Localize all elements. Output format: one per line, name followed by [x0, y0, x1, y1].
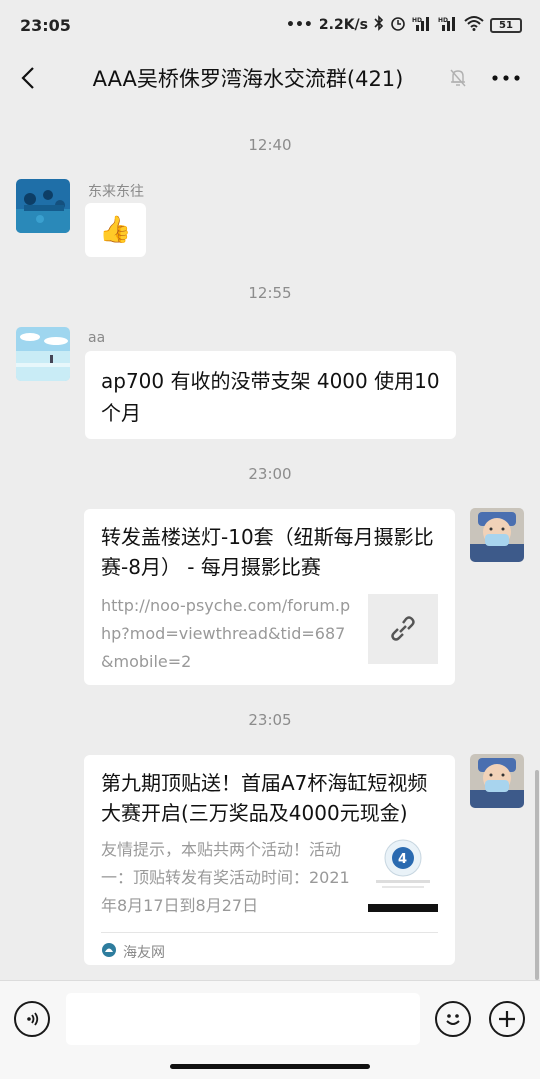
mute-bell-icon: [444, 68, 472, 88]
timestamp: 23:05: [248, 711, 292, 729]
thumbs-up-emoji: 👍: [99, 215, 132, 245]
chat-title: AAA吴桥侏罗湾海水交流群(421): [92, 67, 404, 91]
signal-hd-icon-2: HD: [438, 15, 458, 35]
message-bubble[interactable]: ap700 有收的没带支架 4000 使用10 个月: [85, 351, 456, 439]
more-dots-indicator: •••: [286, 17, 313, 33]
status-icons: ••• 2.2K/s HD HD 51: [286, 15, 522, 35]
sender-name: 东来东往: [88, 184, 144, 200]
back-button[interactable]: [0, 50, 56, 106]
status-bar: 23:05 ••• 2.2K/s HD HD 51: [0, 0, 540, 50]
avatar-dongla[interactable]: [16, 179, 70, 233]
share-source-row: 海友网: [101, 932, 438, 962]
share-thumbnail: 4: [368, 836, 438, 912]
avatar-aa[interactable]: [16, 327, 70, 381]
wifi-icon: [464, 15, 484, 35]
status-time: 23:05: [20, 15, 71, 35]
emoji-button[interactable]: [435, 1001, 471, 1037]
sender-name: aa: [88, 330, 106, 346]
link-url: http://noo-psyche.com/forum.php?mod=view…: [101, 596, 351, 671]
avatar-self[interactable]: [470, 508, 524, 562]
voice-icon: [27, 1012, 39, 1026]
chat-message-list[interactable]: 12:40 东来东往 👍 12:55 aa ap700 有收的没带支架 4000…: [0, 106, 540, 980]
timestamp: 23:00: [248, 465, 292, 483]
timestamp: 12:40: [248, 136, 292, 154]
svg-text:HD: HD: [438, 17, 448, 24]
avatar-self[interactable]: [470, 754, 524, 808]
source-logo-icon: [101, 942, 117, 962]
voice-input-button[interactable]: [14, 1001, 50, 1037]
share-title: 第九期顶贴送！首届A7杯海缸短视频大赛开启(三万奖品及4000元现金): [101, 771, 428, 825]
share-source: 海友网: [123, 945, 165, 961]
message-bubble[interactable]: 👍: [85, 203, 146, 257]
smiley-icon: [446, 1014, 460, 1025]
battery-icon: 51: [490, 17, 522, 33]
link-card[interactable]: 转发盖楼送灯-10套（纽斯每月摄影比赛-8月） - 每月摄影比赛 http://…: [84, 509, 455, 685]
link-thumbnail: [368, 594, 438, 664]
bluetooth-icon: [374, 15, 384, 35]
timestamp: 12:55: [248, 284, 292, 302]
network-speed: 2.2K/s: [318, 17, 368, 33]
message-input[interactable]: [66, 993, 420, 1045]
share-card[interactable]: 第九期顶贴送！首届A7杯海缸短视频大赛开启(三万奖品及4000元现金) 友情提示…: [84, 755, 455, 965]
link-chain-icon: [391, 616, 415, 641]
message-text: ap700 有收的没带支架 4000 使用10 个月: [101, 369, 440, 425]
svg-text:4: 4: [398, 852, 407, 867]
plus-icon: [499, 1011, 515, 1027]
more-functions-button[interactable]: [489, 1001, 525, 1037]
link-title: 转发盖楼送灯-10套（纽斯每月摄影比赛-8月） - 每月摄影比赛: [101, 525, 434, 579]
chat-header: AAA吴桥侏罗湾海水交流群(421): [0, 50, 540, 106]
more-options-button[interactable]: [472, 50, 540, 106]
svg-text:HD: HD: [412, 17, 422, 24]
alarm-icon: [390, 15, 406, 35]
home-indicator[interactable]: [170, 1064, 370, 1069]
share-description: 友情提示，本贴共两个活动！活动一：顶贴转发有奖活动时间：2021年8月17日到8…: [101, 840, 350, 915]
signal-hd-icon: HD: [412, 15, 432, 35]
chat-scrollbar[interactable]: [535, 770, 539, 980]
